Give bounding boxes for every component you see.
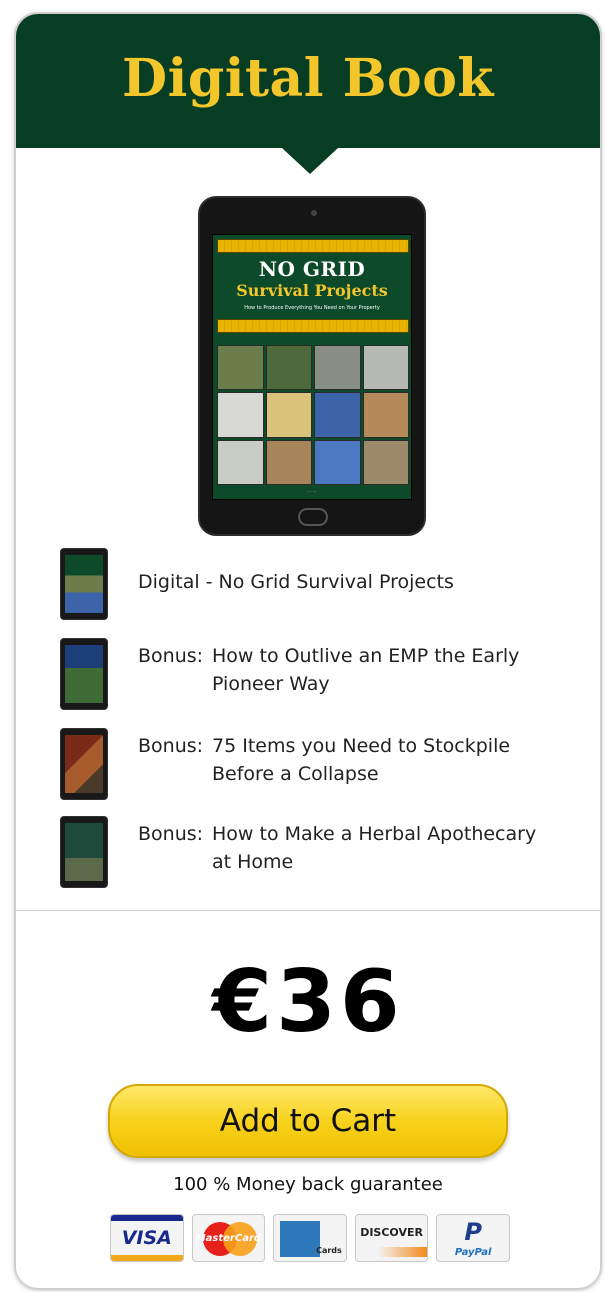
item-title: How to Make a Herbal Apothecary — [212, 823, 537, 845]
cover-photo — [362, 439, 409, 485]
cover-photo — [314, 439, 361, 485]
header-banner: Digital Book — [16, 14, 600, 148]
tablet-home-button-icon — [298, 508, 328, 526]
cover-title: NO GRID — [258, 257, 366, 281]
list-item: Digital - No Grid Survival Projects — [60, 548, 580, 620]
item-text: Bonus: 75 Items you Need to Stockpile Bef… — [138, 732, 578, 788]
item-text: Bonus: How to Make a Herbal Apothecary at… — [138, 820, 578, 876]
cover-authors: · · · · — [307, 489, 317, 494]
tape-measure-bottom — [217, 319, 409, 333]
item-title-line2: Pioneer Way — [212, 673, 330, 695]
item-title-line2: Before a Collapse — [212, 763, 379, 785]
cover-photo — [217, 345, 264, 391]
tablet-camera-icon — [311, 210, 317, 216]
list-item: Bonus: 75 Items you Need to Stockpile Bef… — [60, 728, 580, 800]
tablet-product-image: NO GRID Survival Projects How to Produce… — [198, 196, 426, 536]
cover-subtitle: Survival Projects — [236, 281, 388, 300]
cover-photo — [314, 345, 361, 391]
money-back-guarantee: 100 % Money back guarantee — [173, 1174, 443, 1195]
american-express-icon: Cards — [273, 1214, 347, 1262]
header-title: Digital Book — [122, 48, 494, 109]
cover-photo — [265, 392, 312, 438]
cover-photo — [265, 439, 312, 485]
discover-icon: DISCOVER — [354, 1214, 429, 1262]
book-thumbnail-icon — [60, 816, 108, 888]
tape-measure-top — [217, 239, 409, 253]
cover-photo — [362, 392, 409, 438]
cover-photo — [314, 392, 361, 438]
cover-tagline: How to Produce Everything You Need on Yo… — [244, 305, 380, 311]
product-card: Digital Book NO GRID Survival Projects H… — [14, 12, 602, 1290]
list-item: Bonus: How to Make a Herbal Apothecary at… — [60, 816, 580, 888]
item-title: 75 Items you Need to Stockpile — [212, 735, 511, 757]
price: €36 — [212, 952, 404, 1052]
cover-photo — [217, 439, 264, 485]
mastercard-icon: MasterCard — [191, 1214, 266, 1262]
book-thumbnail-icon — [60, 728, 108, 800]
visa-icon: VISA — [110, 1214, 184, 1262]
section-divider — [16, 910, 600, 911]
item-text: Digital - No Grid Survival Projects — [138, 568, 578, 596]
item-title-line2: at Home — [212, 851, 294, 873]
header-notch — [282, 148, 338, 174]
list-item: Bonus: How to Outlive an EMP the Early Pi… — [60, 638, 580, 710]
payment-methods: VISA MasterCard Cards DISCOVER P PayPal — [110, 1214, 510, 1264]
add-to-cart-button[interactable]: Add to Cart — [108, 1084, 508, 1158]
item-prefix: Bonus: — [138, 823, 204, 845]
book-cover: NO GRID Survival Projects How to Produce… — [212, 234, 412, 500]
paypal-icon: P PayPal — [436, 1214, 510, 1262]
cover-photo — [265, 345, 312, 391]
cover-photo — [217, 392, 264, 438]
item-title: How to Outlive an EMP the Early — [212, 645, 520, 667]
item-prefix: Bonus: — [138, 645, 204, 667]
cover-photo — [362, 345, 409, 391]
cover-photo-grid — [217, 345, 409, 485]
book-thumbnail-icon — [60, 638, 108, 710]
item-prefix: Bonus: — [138, 735, 204, 757]
book-thumbnail-icon — [60, 548, 108, 620]
item-text: Bonus: How to Outlive an EMP the Early Pi… — [138, 642, 578, 698]
item-title: Digital - No Grid Survival Projects — [138, 571, 454, 593]
